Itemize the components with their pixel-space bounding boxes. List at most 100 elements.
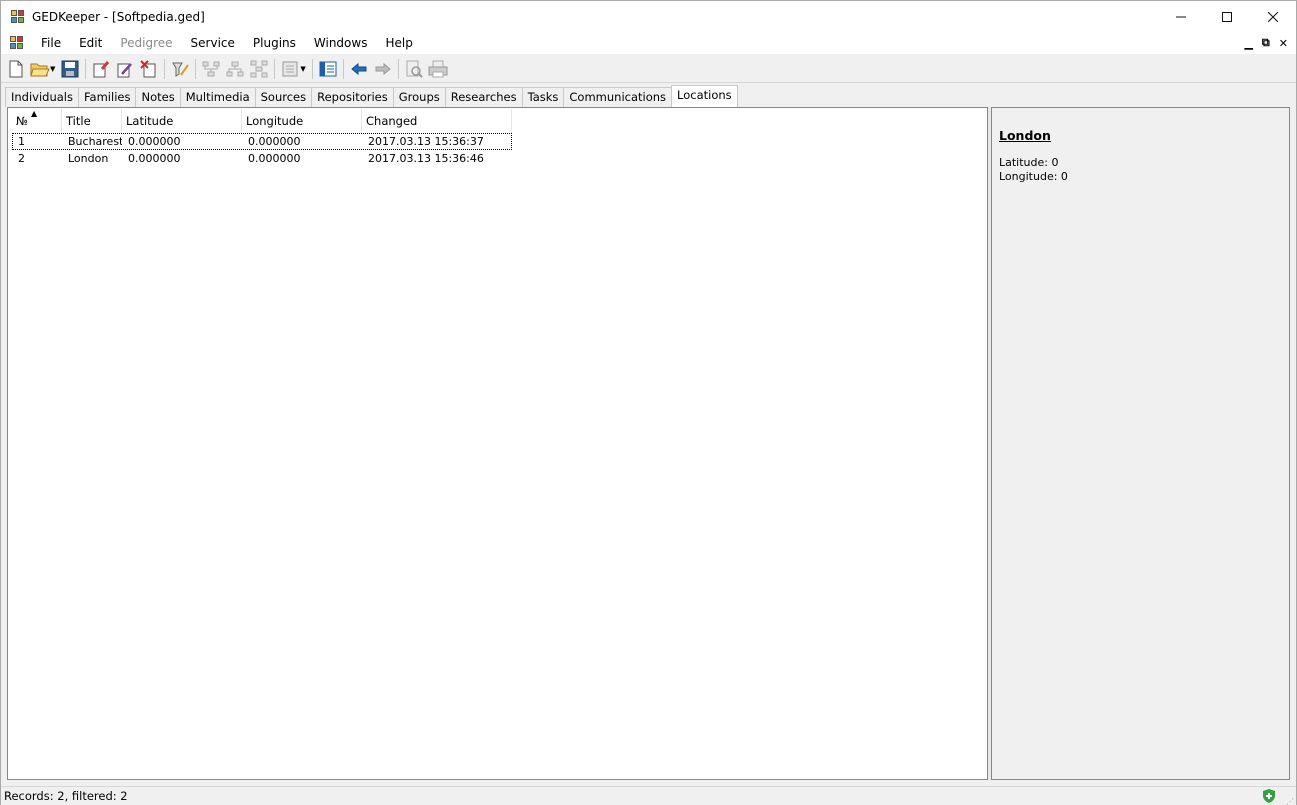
shield-icon — [1263, 789, 1275, 803]
summary-panel: London Latitude: 0 Longitude: 0 — [991, 107, 1290, 780]
mdi-restore-icon[interactable]: ⧉ — [1262, 36, 1270, 50]
column-header-latitude[interactable]: Latitude — [122, 109, 242, 133]
edit-record-button[interactable] — [114, 58, 136, 80]
tab-tasks[interactable]: Tasks — [521, 87, 565, 107]
status-text: Records: 2, filtered: 2 — [4, 789, 128, 803]
column-header-number[interactable]: № ▲ — [12, 109, 62, 133]
tab-sources[interactable]: Sources — [254, 87, 313, 107]
tree-ancestors-icon — [202, 61, 220, 76]
summary-title-link[interactable]: London — [999, 128, 1289, 143]
table-row[interactable]: 2 London 0.000000 0.000000 2017.03.13 15… — [12, 150, 512, 167]
open-dropdown-icon[interactable]: ▼ — [50, 65, 55, 73]
toolbar-separator — [397, 58, 399, 79]
column-header-longitude[interactable]: Longitude — [242, 109, 362, 133]
column-header-title[interactable]: Title — [62, 109, 122, 133]
delete-record-icon — [140, 59, 156, 77]
cell-number: 1 — [18, 135, 25, 148]
new-file-icon — [9, 60, 23, 77]
summary-longitude: Longitude: 0 — [999, 170, 1068, 183]
menu-help[interactable]: Help — [376, 32, 421, 54]
tab-locations[interactable]: Locations — [671, 85, 738, 107]
tab-multimedia[interactable]: Multimedia — [179, 87, 256, 107]
document-icon[interactable] — [10, 36, 24, 50]
status-bar: Records: 2, filtered: 2 ⋰ — [1, 786, 1296, 805]
toolbar: ▼ ▼ — [1, 55, 1296, 83]
tree-both-icon — [250, 60, 268, 77]
cell-title: London — [68, 152, 109, 165]
add-record-button[interactable] — [90, 58, 112, 80]
maximize-button[interactable] — [1204, 1, 1250, 32]
menu-edit[interactable]: Edit — [70, 32, 111, 54]
print-button[interactable] — [427, 58, 449, 80]
filter-button[interactable] — [169, 58, 191, 80]
menu-bar: File Edit Pedigree Service Plugins Windo… — [1, 32, 1296, 54]
mdi-controls: ▁ ⧉ ✕ — [1244, 32, 1288, 54]
tab-families[interactable]: Families — [78, 87, 137, 107]
edit-record-icon — [117, 62, 133, 77]
cell-longitude: 0.000000 — [248, 135, 301, 148]
mdi-close-icon[interactable]: ✕ — [1279, 37, 1288, 50]
toolbar-separator — [311, 58, 313, 79]
tab-researches[interactable]: Researches — [444, 87, 523, 107]
mdi-minimize-icon[interactable]: ▁ — [1244, 37, 1252, 50]
tab-communications[interactable]: Communications — [563, 87, 673, 107]
tab-individuals[interactable]: Individuals — [5, 87, 79, 107]
menu-pedigree[interactable]: Pedigree — [111, 32, 181, 54]
summary-view-button[interactable] — [317, 58, 339, 80]
pedigree-icon — [282, 61, 298, 76]
record-tabs: Individuals Families Notes Multimedia So… — [5, 85, 738, 107]
records-panel: № ▲ Title Latitude Longitude Changed 1 B… — [7, 107, 988, 780]
open-file-icon — [30, 63, 50, 76]
tab-groups[interactable]: Groups — [392, 87, 446, 107]
tree-descendants-button[interactable] — [224, 58, 246, 80]
menu-service[interactable]: Service — [182, 32, 244, 54]
resize-grip-icon[interactable]: ⋰ — [1286, 792, 1294, 805]
table-row[interactable]: 1 Bucharest 0.000000 0.000000 2017.03.13… — [12, 133, 512, 150]
minimize-icon — [1176, 16, 1186, 17]
pedigree-button[interactable] — [279, 58, 301, 80]
pedigree-dropdown-icon[interactable]: ▼ — [300, 65, 305, 73]
tab-repositories[interactable]: Repositories — [311, 87, 394, 107]
tree-both-button[interactable] — [248, 58, 270, 80]
print-icon — [428, 60, 448, 77]
sort-ascending-icon: ▲ — [31, 109, 38, 118]
tree-descendants-icon — [226, 61, 244, 76]
back-arrow-icon — [351, 62, 367, 75]
locations-list[interactable]: № ▲ Title Latitude Longitude Changed 1 B… — [12, 109, 512, 167]
cell-number: 2 — [18, 152, 25, 165]
window-controls — [1158, 1, 1296, 32]
add-record-icon — [93, 60, 110, 77]
close-icon — [1268, 11, 1278, 22]
window-title: GEDKeeper - [Softpedia.ged] — [32, 9, 205, 24]
menu-plugins[interactable]: Plugins — [244, 32, 305, 54]
toolbar-separator — [342, 58, 344, 79]
app-icon — [11, 9, 25, 24]
forward-arrow-icon — [375, 62, 391, 75]
toolbar-separator — [85, 58, 87, 79]
delete-record-button[interactable] — [138, 58, 160, 80]
toolbar-separator — [274, 58, 276, 79]
print-preview-icon — [406, 60, 423, 78]
summary-latitude: Latitude: 0 — [999, 156, 1059, 169]
menu-file[interactable]: File — [32, 32, 70, 54]
open-file-button[interactable] — [29, 58, 51, 80]
toolbar-separator — [195, 58, 197, 79]
forward-button[interactable] — [372, 58, 394, 80]
cell-latitude: 0.000000 — [128, 135, 181, 148]
menu-windows[interactable]: Windows — [305, 32, 377, 54]
summary-view-icon — [319, 61, 337, 76]
back-button[interactable] — [348, 58, 370, 80]
print-preview-button[interactable] — [403, 58, 425, 80]
close-button[interactable] — [1250, 1, 1296, 32]
tab-notes[interactable]: Notes — [135, 87, 181, 107]
cell-longitude: 0.000000 — [248, 152, 301, 165]
cell-title: Bucharest — [68, 135, 122, 148]
tree-ancestors-button[interactable] — [200, 58, 222, 80]
new-file-button[interactable] — [5, 58, 27, 80]
cell-latitude: 0.000000 — [128, 152, 181, 165]
title-bar: GEDKeeper - [Softpedia.ged] — [1, 1, 1296, 32]
save-button[interactable] — [59, 58, 81, 80]
cell-changed: 2017.03.13 15:36:37 — [368, 135, 484, 148]
column-header-changed[interactable]: Changed — [362, 109, 512, 133]
minimize-button[interactable] — [1158, 1, 1204, 32]
